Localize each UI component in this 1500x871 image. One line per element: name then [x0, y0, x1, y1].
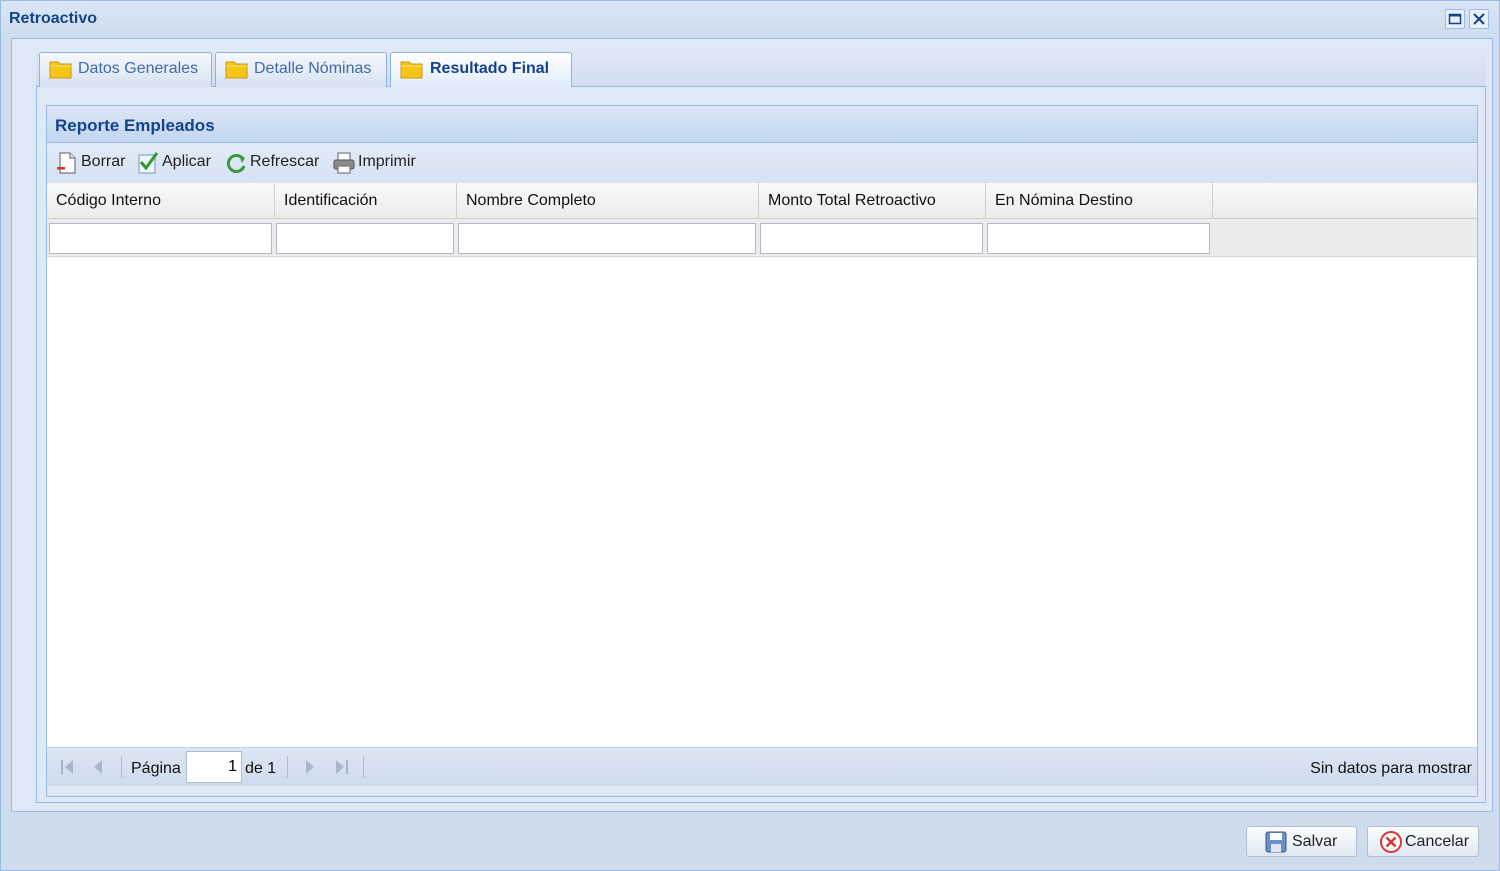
refresh-icon [226, 154, 246, 173]
tab-datos-generales[interactable]: Datos Generales [39, 52, 212, 87]
filter-row [47, 219, 1477, 257]
folder-icon [225, 61, 248, 79]
cancel-label: Cancelar [1405, 833, 1470, 850]
grid-body[interactable] [47, 257, 1477, 747]
page-count: de 1 [245, 760, 277, 777]
separator [121, 756, 122, 778]
next-page-icon[interactable] [299, 757, 319, 777]
previous-page-icon[interactable] [89, 757, 109, 777]
filter-en-nomina-destino[interactable] [987, 223, 1210, 254]
folder-icon [49, 61, 72, 79]
save-disk-icon [1265, 831, 1287, 853]
paging-toolbar: Página de 1 Sin datos para mostrar [47, 747, 1477, 786]
close-icon [1473, 13, 1485, 25]
filter-codigo-interno[interactable] [49, 223, 272, 254]
checkmark-icon [138, 152, 159, 174]
grid-header: Código Interno Identificación Nombre Com… [47, 183, 1477, 219]
close-button[interactable] [1469, 9, 1489, 29]
panel-title: Reporte Empleados [55, 116, 215, 135]
column-header-en-nomina-destino[interactable]: En Nómina Destino [986, 183, 1213, 218]
first-page-icon[interactable] [57, 757, 77, 777]
borrar-label: Borrar [81, 153, 126, 170]
maximize-icon [1448, 13, 1462, 25]
filter-nombre-completo[interactable] [458, 223, 756, 254]
cancel-button[interactable]: Cancelar [1367, 826, 1479, 857]
save-label: Salvar [1292, 833, 1338, 850]
imprimir-label: Imprimir [358, 153, 416, 170]
maximize-button[interactable] [1445, 9, 1465, 29]
separator [363, 756, 364, 778]
cancel-circle-icon [1380, 831, 1402, 853]
window-body: Datos Generales Detalle Nóminas Resultad… [11, 38, 1493, 812]
tab-label: Detalle Nóminas [254, 60, 372, 77]
panel-header: Reporte Empleados [47, 106, 1477, 143]
column-header-monto-total[interactable]: Monto Total Retroactivo [759, 183, 986, 218]
filter-identificacion[interactable] [276, 223, 454, 254]
window-title: Retroactivo [9, 10, 98, 27]
last-page-icon[interactable] [332, 757, 352, 777]
delete-document-icon [57, 152, 76, 174]
page-label: Página [131, 760, 181, 777]
tab-detalle-nominas[interactable]: Detalle Nóminas [215, 52, 387, 87]
tab-resultado-final[interactable]: Resultado Final [390, 52, 572, 88]
aplicar-label: Aplicar [162, 153, 211, 170]
folder-icon [400, 61, 423, 79]
column-header-identificacion[interactable]: Identificación [275, 183, 457, 218]
printer-icon [333, 152, 355, 174]
tab-content: Reporte Empleados Borrar Aplicar Refresc… [36, 87, 1486, 803]
tab-strip: Datos Generales Detalle Nóminas Resultad… [36, 49, 1486, 88]
dialog-window: Retroactivo Datos Generales Detalle Nómi… [0, 0, 1500, 871]
filter-monto-total[interactable] [760, 223, 983, 254]
page-number-input[interactable] [186, 751, 242, 783]
tab-label: Datos Generales [78, 60, 199, 77]
save-button[interactable]: Salvar [1246, 826, 1357, 857]
title-bar[interactable]: Retroactivo [1, 1, 1499, 39]
column-header-codigo-interno[interactable]: Código Interno [47, 183, 275, 218]
column-header-nombre-completo[interactable]: Nombre Completo [457, 183, 759, 218]
separator [287, 756, 288, 778]
report-panel: Reporte Empleados Borrar Aplicar Refresc… [46, 105, 1478, 797]
tab-label: Resultado Final [430, 60, 550, 77]
paging-status: Sin datos para mostrar [1310, 760, 1472, 777]
refrescar-label: Refrescar [250, 153, 320, 170]
grid-toolbar: Borrar Aplicar Refrescar Imprimir [47, 143, 1477, 183]
